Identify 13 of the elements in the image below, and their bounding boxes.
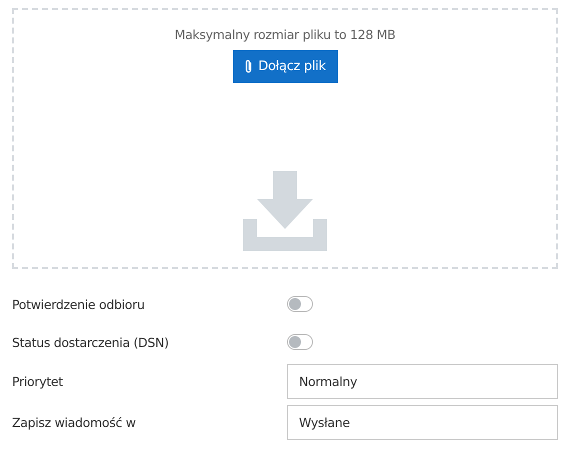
setting-label: Status dostarczenia (DSN)	[12, 334, 170, 350]
toggle-switch[interactable]	[287, 296, 313, 312]
setting-label: Priorytet	[12, 374, 64, 389]
setting-label: Zapisz wiadomość w	[12, 415, 137, 430]
paperclip-icon	[244, 59, 254, 74]
download-icon	[243, 171, 327, 251]
attach-file-button[interactable]: Dołącz plik	[232, 50, 338, 83]
toggle-switch[interactable]	[287, 334, 313, 350]
file-size-hint: Maksymalny rozmiar pliku to 128 MB	[174, 27, 396, 42]
drop-zone[interactable]: Maksymalny rozmiar pliku to 128 MB Dołącz plik	[12, 8, 558, 269]
select-field[interactable]: Normalny	[287, 364, 558, 399]
setting-label: Potwierdzenie odbioru	[12, 296, 146, 312]
select-field[interactable]: Wysłane	[287, 405, 558, 440]
